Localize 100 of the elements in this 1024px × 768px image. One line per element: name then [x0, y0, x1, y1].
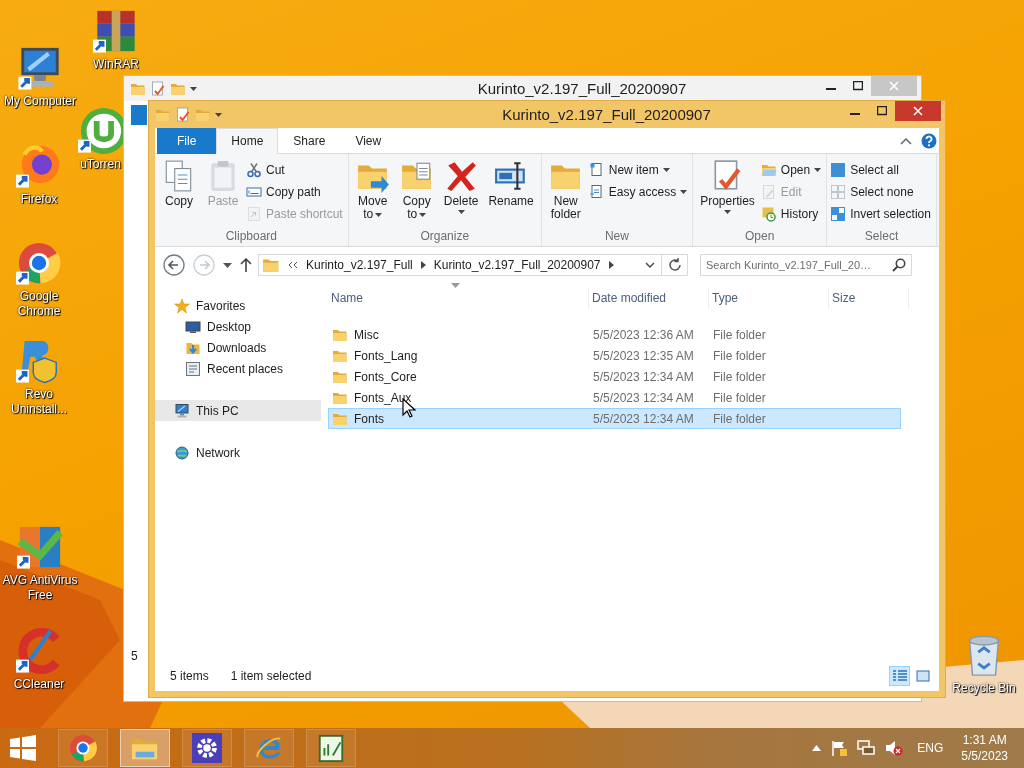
taskbar-app[interactable] [306, 729, 356, 767]
details-icon [892, 670, 907, 682]
file-row[interactable]: Fonts_Lang 5/5/2023 12:35 AM File folder [328, 345, 901, 366]
file-row[interactable]: Fonts 5/5/2023 12:34 AM File folder [328, 408, 901, 429]
ribbon-tab[interactable]: Share [278, 128, 341, 154]
column-header[interactable]: Name [328, 287, 589, 309]
ribbon-button[interactable]: Properties [696, 156, 759, 229]
double-chevron-icon [288, 261, 298, 269]
column-header[interactable]: Date modified [589, 287, 709, 309]
ribbon-button[interactable]: Easy access [588, 184, 690, 200]
customize-caret-icon [215, 112, 222, 117]
column-header[interactable]: Type [709, 287, 829, 309]
file-name: Fonts_Aux [354, 390, 412, 405]
navigation-item[interactable]: Favorites [155, 295, 321, 316]
caret-icon [419, 212, 427, 217]
ribbon-tab[interactable]: View [340, 128, 397, 154]
invert-grid-icon [830, 206, 847, 222]
computer-icon [174, 402, 190, 419]
collapse-ribbon-icon[interactable] [900, 136, 912, 145]
ribbon-button[interactable]: Open [760, 162, 824, 178]
table-cell-text: 5/5/2023 12:34 AM [592, 369, 695, 384]
help-icon[interactable] [921, 132, 937, 149]
ribbon-button[interactable]: Delete [439, 156, 483, 229]
table-cell-text: File folder [712, 327, 767, 342]
refresh-button[interactable] [662, 254, 688, 276]
properties-icon[interactable] [175, 106, 191, 123]
up-button[interactable] [238, 258, 254, 272]
back-button[interactable] [161, 254, 187, 276]
close-icon [913, 106, 923, 116]
file-tab[interactable]: File [157, 128, 217, 154]
ribbon-tab[interactable]: Home [216, 128, 279, 154]
scissors-icon [246, 162, 262, 178]
address-bar[interactable]: Kurinto_v2.197_Full Kurinto_v2.197_Full_20200907 [258, 254, 662, 276]
caret-icon [680, 190, 688, 194]
search-icon [892, 258, 906, 272]
clock[interactable]: 1:31 AM 5/5/2023 [961, 732, 1008, 764]
ribbon-button[interactable]: New folder [544, 156, 587, 229]
close-icon [889, 81, 899, 91]
taskbar-app[interactable] [58, 729, 108, 767]
selection-count: 1 item selected [230, 669, 312, 683]
ribbon-button[interactable]: Invert selection [830, 206, 933, 222]
open-folder-icon [760, 162, 777, 178]
ribbon-button[interactable]: Select all [830, 162, 933, 178]
navigation-item[interactable]: Network [155, 442, 321, 463]
document-chart-icon [316, 733, 346, 763]
maximize-icon [876, 106, 887, 116]
group-label: Open [743, 229, 776, 245]
table-cell-text: File folder [712, 411, 767, 426]
dropdown-icon[interactable] [645, 262, 655, 268]
breadcrumb[interactable]: Kurinto_v2.197_Full [306, 258, 413, 272]
window-title: Kurinto_v2.197_Full_20200907 [501, 106, 711, 123]
table-cell-text: 5/5/2023 12:34 AM [592, 390, 695, 405]
volume-muted-icon[interactable] [885, 740, 904, 756]
caret-icon [662, 168, 670, 172]
ribbon-button[interactable]: Cut [246, 162, 345, 178]
taskbar-app[interactable] [182, 729, 232, 767]
up-arrow-icon [240, 258, 252, 272]
desktop-shortcut[interactable]: CCleaner [0, 628, 78, 692]
column-header[interactable]: Size [829, 287, 909, 309]
navigation-item[interactable]: Desktop [155, 316, 321, 337]
ribbon-button[interactable]: Rename [484, 156, 538, 229]
ribbon-button[interactable]: Copy [158, 156, 200, 229]
forward-icon [193, 254, 215, 276]
language-indicator[interactable]: ENG [917, 741, 944, 755]
file-row[interactable]: Fonts_Core 5/5/2023 12:34 AM File folder [328, 366, 901, 387]
table-cell-text: File folder [712, 369, 767, 384]
minimize-icon [849, 113, 860, 115]
desktop-shortcut[interactable]: AVG AntiVirus Free [0, 524, 80, 603]
chevron-right-icon [420, 261, 426, 269]
caret-icon [223, 262, 232, 268]
group-label: Select [863, 229, 900, 245]
firefox-icon [16, 143, 62, 189]
easy-access-icon [588, 184, 605, 200]
network-icon[interactable] [857, 740, 876, 756]
search-field[interactable]: Search Kurinto_v2.197_Full_20… [700, 254, 912, 276]
details-view-button[interactable] [889, 666, 910, 686]
show-hidden-icons-icon[interactable] [812, 745, 822, 751]
navigation-item[interactable]: Recent places [155, 358, 321, 379]
file-name: Misc [354, 327, 379, 342]
breadcrumb[interactable]: Kurinto_v2.197_Full_20200907 [433, 258, 601, 272]
chrome-icon [68, 733, 98, 763]
recent-locations-button[interactable] [221, 262, 234, 268]
ribbon-button[interactable]: New item [588, 162, 690, 178]
group-label: Clipboard [224, 229, 279, 245]
ribbon-button[interactable]: Copy to [395, 156, 438, 229]
ribbon-button[interactable]: Copy path [246, 184, 345, 200]
file-row[interactable]: Misc 5/5/2023 12:36 AM File folder [328, 324, 901, 345]
navigation-item[interactable]: This PC [155, 400, 321, 421]
file-row[interactable]: Fonts_Aux 5/5/2023 12:34 AM File folder [328, 387, 901, 408]
history-icon [760, 206, 777, 222]
ribbon-button[interactable]: Select none [830, 184, 933, 200]
minimize-icon [825, 88, 836, 90]
ribbon-button[interactable]: Move to [351, 156, 394, 229]
flag-icon[interactable] [831, 740, 848, 756]
file-name: Fonts_Core [354, 369, 417, 384]
ccleaner-icon [16, 628, 62, 674]
navigation-item[interactable]: Downloads [155, 337, 321, 358]
pencil-document-icon [760, 184, 777, 200]
caret-icon [814, 168, 822, 172]
ribbon-button[interactable]: History [760, 206, 824, 222]
